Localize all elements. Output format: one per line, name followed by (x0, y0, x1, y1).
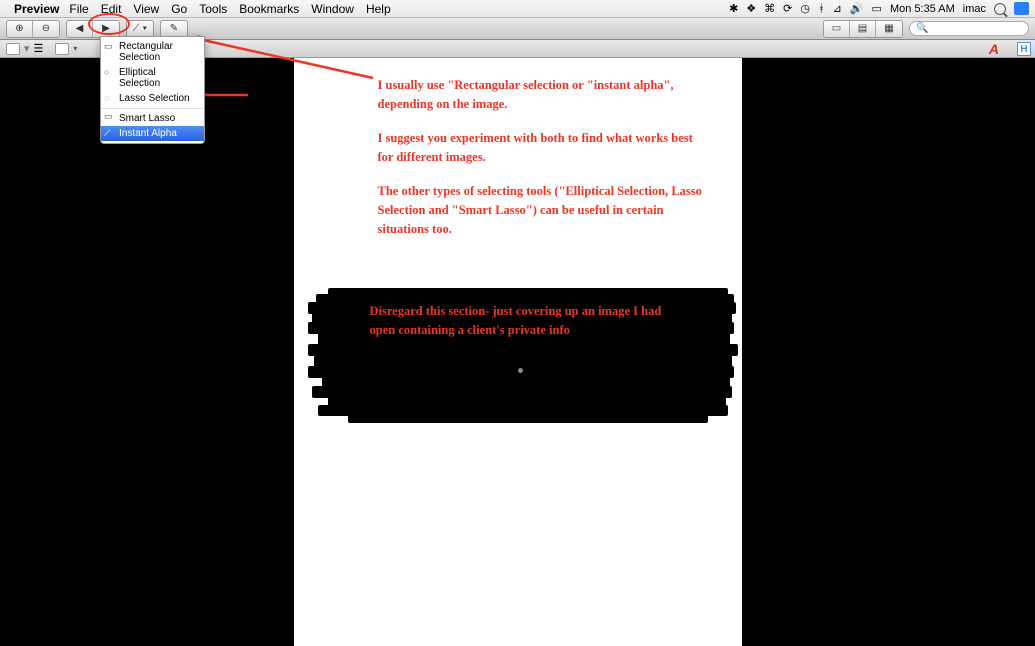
next-button[interactable]: ▶ (93, 21, 119, 37)
zoom-group: ⊕ ⊖ (6, 20, 60, 38)
annotation-a-icon[interactable]: A (989, 41, 999, 57)
rect-icon: ▭ (104, 41, 113, 52)
menu-help[interactable]: Help (366, 2, 391, 16)
document-page: I usually use "Rectangular selection or … (294, 58, 742, 646)
menu-view[interactable]: View (133, 2, 159, 16)
view-mode-1[interactable]: ▭ (824, 21, 850, 37)
paragraph-3: The other types of selecting tools ("Ell… (378, 182, 710, 240)
evernote-icon[interactable]: ✱ (729, 2, 738, 15)
status-icons: ✱ ❖ ⌘ ⟳ ◷ ᚼ ⊿ 🔊 ▭ Mon 5:35 AM imac (729, 2, 1029, 15)
dd-label: Rectangular Selection (119, 41, 173, 63)
redact-caption: Disregard this section- just covering up… (370, 302, 690, 341)
dd-rectangular-selection[interactable]: ▭ Rectangular Selection (101, 39, 204, 65)
dropbox-icon[interactable]: ❖ (746, 2, 756, 15)
dd-lasso-selection[interactable]: ◌ Lasso Selection (101, 91, 204, 106)
view-mode-2[interactable]: ▤ (850, 21, 876, 37)
select-tool-button[interactable]: ⟋ ▾ (127, 21, 153, 37)
dropdown-icon[interactable]: ▾ (73, 44, 77, 53)
wifi-icon[interactable]: ⊿ (833, 2, 842, 15)
dd-label: Smart Lasso (119, 113, 175, 124)
menubar: Preview File Edit View Go Tools Bookmark… (0, 0, 1035, 18)
dd-label: Elliptical Selection (119, 67, 160, 89)
lasso-icon: ◌ (104, 93, 109, 103)
menu-tools[interactable]: Tools (199, 2, 227, 16)
menu-bookmarks[interactable]: Bookmarks (239, 2, 299, 16)
cmd-icon[interactable]: ⌘ (764, 2, 775, 15)
selection-dropdown: ▭ Rectangular Selection ○ Elliptical Sel… (100, 36, 205, 144)
menubar-user[interactable]: imac (963, 3, 986, 15)
clock-icon[interactable]: ◷ (800, 2, 810, 15)
prev-button[interactable]: ◀ (67, 21, 93, 37)
dd-label: Instant Alpha (119, 128, 177, 139)
smart-lasso-icon: ▭ (104, 111, 113, 122)
ellipse-icon: ○ (104, 67, 109, 77)
select-tool-group[interactable]: ⟋ ▾ (126, 20, 154, 38)
menubar-clock[interactable]: Mon 5:35 AM (890, 3, 955, 15)
menu-window[interactable]: Window (311, 2, 354, 16)
dd-smart-lasso[interactable]: ▭ Smart Lasso (101, 108, 204, 126)
volume-icon[interactable]: 🔊 (850, 2, 864, 15)
search-icon: 🔍 (916, 23, 928, 34)
nav-group: ◀ ▶ (66, 20, 120, 38)
view-mode-3[interactable]: ▦ (876, 21, 902, 37)
list-icon[interactable]: ☰ (34, 42, 44, 55)
menu-file[interactable]: File (69, 2, 88, 16)
app-name[interactable]: Preview (14, 2, 59, 16)
sync-icon[interactable]: ⟳ (783, 2, 792, 15)
zoom-in-button[interactable]: ⊕ (7, 21, 33, 37)
dd-instant-alpha[interactable]: ⟋ Instant Alpha (101, 126, 204, 141)
paragraph-2: I suggest you experiment with both to fi… (378, 129, 710, 168)
divider: ▾ (24, 42, 30, 55)
bluetooth-icon[interactable]: ᚼ (818, 3, 825, 15)
dd-label: Lasso Selection (119, 93, 190, 104)
shape-rect[interactable] (55, 43, 69, 55)
help-h-icon[interactable]: H (1017, 42, 1031, 56)
content-viewport: I usually use "Rectangular selection or … (0, 58, 1035, 646)
menu-edit[interactable]: Edit (101, 2, 122, 16)
wand-icon: ⟋ (104, 128, 110, 139)
toolbar-search[interactable]: 🔍 (909, 21, 1029, 36)
display-icon[interactable]: ▭ (872, 2, 882, 15)
pencil-icon[interactable]: ✎ (161, 21, 187, 37)
fast-user-switch-icon[interactable] (1014, 2, 1029, 15)
redacted-block: Disregard this section- just covering up… (308, 288, 738, 428)
dd-elliptical-selection[interactable]: ○ Elliptical Selection (101, 65, 204, 91)
paragraph-1: I usually use "Rectangular selection or … (378, 76, 710, 115)
menu-go[interactable]: Go (171, 2, 187, 16)
view-mode-group: ▭ ▤ ▦ (823, 20, 903, 38)
annotate-button[interactable]: ✎ (160, 20, 188, 38)
zoom-out-button[interactable]: ⊖ (33, 21, 59, 37)
spotlight-icon[interactable] (994, 3, 1006, 15)
sidebar-toggle[interactable] (6, 43, 20, 55)
